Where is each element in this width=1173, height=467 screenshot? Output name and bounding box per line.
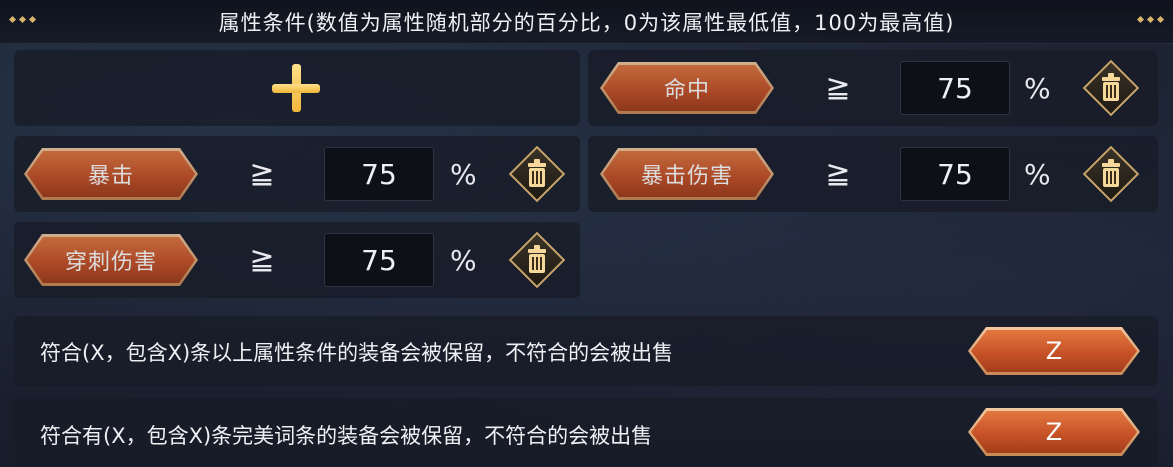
delete-trash-icon[interactable] bbox=[508, 231, 566, 289]
delete-trash-icon[interactable] bbox=[1082, 145, 1140, 203]
condition-attribute-button[interactable]: 暴击 bbox=[24, 148, 198, 200]
header-bar: 属性条件(数值为属性随机部分的百分比，0为该属性最低值，100为最高值) bbox=[0, 0, 1173, 44]
condition-value-input[interactable]: 75 bbox=[324, 147, 434, 201]
condition-value-input[interactable]: 75 bbox=[900, 61, 1010, 115]
delete-trash-icon[interactable] bbox=[508, 145, 566, 203]
unit-label: % bbox=[1024, 158, 1051, 191]
condition-value-input[interactable]: 75 bbox=[324, 233, 434, 287]
rule-description: 符合有(X，包含X)条完美词条的装备会被保留，不符合的会被出售 bbox=[40, 424, 653, 448]
page-title: 属性条件(数值为属性随机部分的百分比，0为该属性最低值，100为最高值) bbox=[218, 10, 955, 35]
unit-label: % bbox=[450, 244, 477, 277]
delete-trash-icon[interactable] bbox=[1082, 59, 1140, 117]
unit-label: % bbox=[1024, 72, 1051, 105]
rule-description: 符合(X，包含X)条以上属性条件的装备会被保留，不符合的会被出售 bbox=[40, 341, 674, 365]
header-ornament-right bbox=[1136, 15, 1165, 24]
header-ornament-left bbox=[8, 15, 37, 24]
rule-count-button[interactable]: Z bbox=[968, 327, 1140, 375]
add-condition-plus-icon[interactable] bbox=[268, 60, 324, 116]
operator-symbol: ≧ bbox=[249, 156, 275, 191]
condition-attribute-button[interactable]: 穿刺伤害 bbox=[24, 234, 198, 286]
condition-attribute-button[interactable]: 命中 bbox=[600, 62, 774, 114]
condition-value-input[interactable]: 75 bbox=[900, 147, 1010, 201]
rule-count-button[interactable]: Z bbox=[968, 408, 1140, 456]
unit-label: % bbox=[450, 158, 477, 191]
operator-symbol: ≧ bbox=[825, 70, 851, 105]
operator-symbol: ≧ bbox=[249, 242, 275, 277]
operator-symbol: ≧ bbox=[825, 156, 851, 191]
condition-attribute-button[interactable]: 暴击伤害 bbox=[600, 148, 774, 200]
